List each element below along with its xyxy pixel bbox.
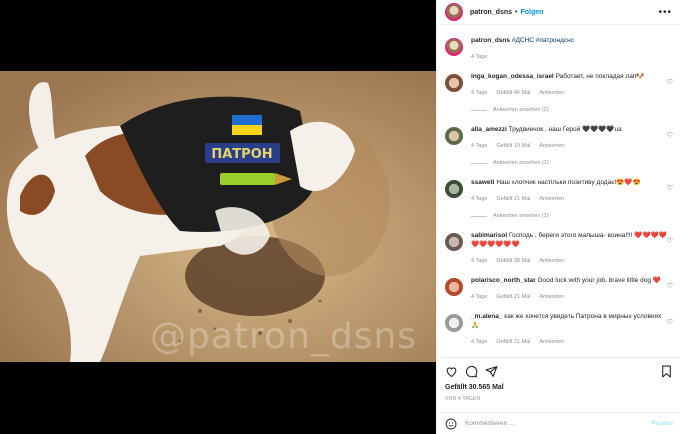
comment-user[interactable]: _m.alena_ <box>471 313 502 320</box>
post-panel: patron_dsns • Folgen ••• patron_dsns #ДС… <box>436 0 680 434</box>
comment-likes[interactable]: Gefällt 46 Mal <box>496 89 530 98</box>
reply-button[interactable]: Antworten <box>539 293 564 302</box>
avatar[interactable] <box>445 180 463 198</box>
like-count[interactable]: Gefällt 30.565 Mal <box>445 384 673 391</box>
comment-user[interactable]: ssaweti <box>471 179 495 186</box>
post-header: patron_dsns • Folgen ••• <box>437 0 680 25</box>
caption-text[interactable]: #ДСНС #патрондснс <box>512 37 574 44</box>
comment-composer: Posten <box>437 412 680 434</box>
comment-icon[interactable] <box>465 365 478 378</box>
like-comment-icon[interactable]: ♡ <box>667 131 673 139</box>
follow-button[interactable]: Folgen <box>520 9 543 16</box>
list-item: alla_amezzi Трудвинчок , наш Герой 🖤🖤🖤🖤u… <box>445 125 673 168</box>
comment-likes[interactable]: Gefällt 21 Mal <box>496 338 530 347</box>
list-item: inga_kogan_odessa_israel Работает, не по… <box>445 72 673 115</box>
like-comment-icon[interactable]: ♡ <box>667 78 673 86</box>
caption: patron_dsns #ДСНС #патрондснс 4 Tage <box>445 36 673 62</box>
avatar[interactable] <box>445 314 463 332</box>
list-item: polarisco_north_star Good luck with your… <box>445 276 673 302</box>
like-comment-icon[interactable]: ♡ <box>667 237 673 245</box>
avatar[interactable] <box>445 278 463 296</box>
comment-age: 4 Tage <box>471 90 488 96</box>
view-replies-button[interactable]: Antworten ansehen (1) <box>493 212 549 221</box>
bookmark-icon[interactable] <box>660 365 673 378</box>
avatar[interactable] <box>445 74 463 92</box>
like-comment-icon[interactable]: ♡ <box>667 282 673 290</box>
reply-button[interactable]: Antworten <box>539 257 564 266</box>
list-item: _m.alena_ как же хочется увидеть Патрона… <box>445 312 673 347</box>
comment-age: 4 Tage <box>471 196 488 202</box>
like-comment-icon[interactable]: ♡ <box>667 184 673 192</box>
comment-likes[interactable]: Gefällt 21 Mal <box>496 195 530 204</box>
comment-text: Трудвинчок , наш Герой 🖤🖤🖤🖤ua <box>508 126 622 133</box>
comment-age: 4 Tage <box>471 294 488 300</box>
separator-dot: • <box>515 8 518 16</box>
comment-user[interactable]: inga_kogan_odessa_israel <box>471 73 554 80</box>
view-replies-button[interactable]: Antworten ansehen (2) <box>493 106 549 115</box>
comment-input[interactable] <box>465 420 635 427</box>
comment-likes[interactable]: Gefällt 28 Mal <box>496 257 530 266</box>
list-item: ssaweti Наш хлопчик настільки позитиву д… <box>445 178 673 221</box>
reply-button[interactable]: Antworten <box>539 142 564 151</box>
comment-age: 4 Tage <box>471 339 488 345</box>
comment-text: Наш хлопчик настільки позитиву додає!😍❤️… <box>496 179 641 186</box>
share-icon[interactable] <box>485 365 498 378</box>
comment-age: 4 Tage <box>471 258 488 264</box>
comment-text: Работает, не покладая лап🐶 <box>555 73 645 80</box>
caption-avatar[interactable] <box>445 38 463 56</box>
name-patch: ПАТРОН <box>211 147 272 162</box>
like-comment-icon[interactable]: ♡ <box>667 318 673 326</box>
avatar[interactable] <box>445 233 463 251</box>
more-options-icon[interactable]: ••• <box>658 7 672 18</box>
author-username[interactable]: patron_dsns <box>470 9 512 16</box>
comments-list[interactable]: patron_dsns #ДСНС #патрондснс 4 Tage ing… <box>437 26 680 357</box>
reply-button[interactable]: Antworten <box>539 89 564 98</box>
comment-likes[interactable]: Gefällt 21 Mal <box>496 293 530 302</box>
comment-user[interactable]: sabimarisol <box>471 232 507 239</box>
comment-likes[interactable]: Gefällt 19 Mal <box>496 142 530 151</box>
author-avatar[interactable] <box>445 3 463 21</box>
post-media: ПАТРОН @patron_dsns <box>0 0 436 434</box>
caption-age: 4 Tage <box>471 54 488 60</box>
like-icon[interactable] <box>445 365 458 378</box>
post-age: VOR 4 TAGEN <box>445 396 481 402</box>
post-comment-button[interactable]: Posten <box>651 420 673 427</box>
reply-button[interactable]: Antworten <box>539 195 564 204</box>
list-item: sabimarisol Господь , береги этого малыш… <box>445 231 673 266</box>
comment-user[interactable]: alla_amezzi <box>471 126 507 133</box>
view-replies-button[interactable]: Antworten ansehen (1) <box>493 159 549 168</box>
watermark: @patron_dsns <box>150 316 418 357</box>
dog-photo[interactable]: ПАТРОН @patron_dsns <box>0 71 436 362</box>
comment-age: 4 Tage <box>471 143 488 149</box>
comment-text: Good luck with your job, brave little do… <box>537 277 661 284</box>
emoji-icon[interactable] <box>445 418 457 430</box>
comment-user[interactable]: polarisco_north_star <box>471 277 536 284</box>
caption-author[interactable]: patron_dsns <box>471 37 510 44</box>
avatar[interactable] <box>445 127 463 145</box>
reply-button[interactable]: Antworten <box>539 338 564 347</box>
